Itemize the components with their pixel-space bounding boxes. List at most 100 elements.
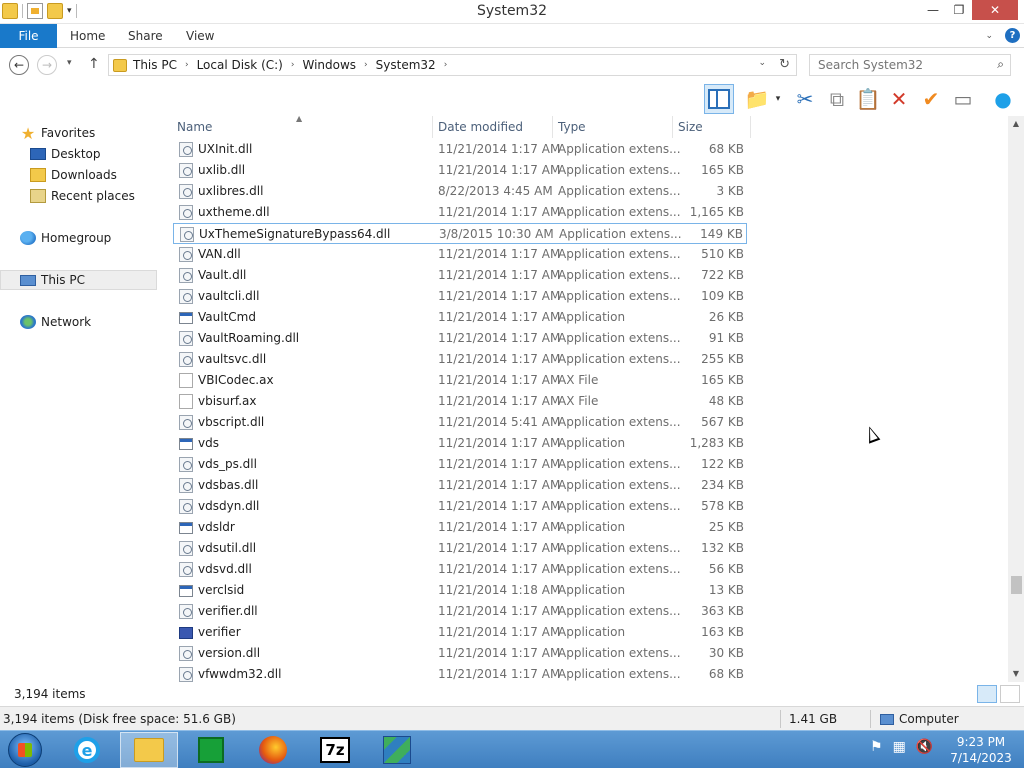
table-row[interactable]: VBICodec.ax 11/21/2014 1:17 AM AX File 165 … (173, 370, 747, 391)
help-icon[interactable]: ? (1005, 28, 1020, 43)
file-date: 11/21/2014 1:18 AM (438, 583, 561, 597)
flag-icon[interactable]: ⚑ (870, 739, 883, 755)
sidebar-item-downloads[interactable]: Downloads (30, 165, 117, 185)
tab-home[interactable]: Home (70, 24, 105, 48)
breadcrumb-this-pc[interactable]: This PC (133, 58, 177, 72)
table-row[interactable]: UXInit.dll 11/21/2014 1:17 AM Application … (173, 139, 747, 160)
close-button[interactable]: ✕ (972, 0, 1018, 20)
scroll-up-icon[interactable]: ▲ (1008, 116, 1024, 132)
taskbar-store[interactable] (182, 732, 240, 768)
table-row[interactable]: VaultCmd 11/21/2014 1:17 AM Application 26 … (173, 307, 747, 328)
column-header-date-modified[interactable]: Date modified (438, 116, 523, 138)
column-header-size[interactable]: Size (678, 116, 703, 138)
recent-locations-dropdown[interactable]: ▾ (67, 58, 72, 68)
file-type: Application extens... (558, 457, 681, 471)
table-row[interactable]: vdsbas.dll 11/21/2014 1:17 AM Application … (173, 475, 747, 496)
select-button[interactable]: ✔ (916, 84, 946, 114)
table-row[interactable]: uxtheme.dll 11/21/2014 1:17 AM Application… (173, 202, 747, 223)
volume-muted-icon[interactable]: 🔇 (916, 739, 933, 755)
restore-button[interactable]: ❐ (946, 0, 972, 20)
table-row[interactable]: vdsdyn.dll 11/21/2014 1:17 AM Application … (173, 496, 747, 517)
cut-button[interactable]: ✂ (790, 84, 820, 114)
column-divider[interactable] (672, 116, 673, 138)
clock[interactable]: 9:23 PM 7/14/2023 (944, 734, 1018, 766)
table-row[interactable]: vaultsvc.dll 11/21/2014 1:17 AM Applicatio… (173, 349, 747, 370)
scroll-down-icon[interactable]: ▼ (1008, 666, 1024, 682)
address-bar[interactable]: This PC › Local Disk (C:) › Windows › Sy… (108, 54, 797, 76)
globe-icon[interactable]: ● (988, 84, 1018, 114)
table-row[interactable]: verifier 11/21/2014 1:17 AM Application 163… (173, 622, 747, 643)
breadcrumb-chevron-icon[interactable]: › (444, 60, 448, 70)
file-date: 11/21/2014 1:17 AM (438, 289, 561, 303)
column-divider[interactable] (750, 116, 751, 138)
details-view-button[interactable] (977, 685, 997, 703)
table-row[interactable]: verifier.dll 11/21/2014 1:17 AM Applicatio… (173, 601, 747, 622)
taskbar-7zip[interactable]: 7z (306, 732, 364, 768)
table-row[interactable]: Vault.dll 11/21/2014 1:17 AM Application e… (173, 265, 747, 286)
rename-button[interactable]: ▭ (948, 84, 978, 114)
breadcrumb-windows[interactable]: Windows (302, 58, 356, 72)
breadcrumb-system32[interactable]: System32 (376, 58, 436, 72)
app-file-icon (179, 585, 193, 597)
table-row[interactable]: VaultRoaming.dll 11/21/2014 1:17 AM Applic… (173, 328, 747, 349)
sidebar-item-favorites[interactable]: ★ Favorites (20, 123, 95, 143)
taskbar-internet-explorer[interactable]: e (58, 732, 116, 768)
expand-ribbon-icon[interactable]: ⌄ (985, 31, 993, 41)
address-dropdown-icon[interactable]: ⌄ (758, 58, 766, 68)
start-button[interactable] (8, 733, 42, 767)
table-row[interactable]: VAN.dll 11/21/2014 1:17 AM Application ext… (173, 244, 747, 265)
chevron-down-icon[interactable]: ▾ (770, 84, 786, 114)
sidebar-item-desktop[interactable]: Desktop (30, 144, 101, 164)
taskbar-file-explorer[interactable] (120, 732, 178, 768)
sidebar-item-this-pc[interactable]: This PC (0, 270, 157, 290)
minimize-button[interactable]: — (920, 0, 946, 20)
table-row[interactable]: vbisurf.ax 11/21/2014 1:17 AM AX File 48 KB (173, 391, 747, 412)
breadcrumb-chevron-icon[interactable]: › (364, 60, 368, 70)
table-row[interactable]: version.dll 11/21/2014 1:17 AM Application… (173, 643, 747, 664)
tab-share[interactable]: Share (128, 24, 163, 48)
delete-button[interactable]: ✕ (884, 84, 914, 114)
large-icons-view-button[interactable] (1000, 685, 1020, 703)
table-row[interactable]: vdsldr 11/21/2014 1:17 AM Application 25 KB (173, 517, 747, 538)
up-button[interactable]: ↑ (88, 56, 100, 72)
column-divider[interactable] (432, 116, 433, 138)
search-icon[interactable]: ⌕ (997, 57, 1004, 72)
copy-button[interactable]: ⧉ (822, 84, 852, 114)
table-row[interactable]: verclsid 11/21/2014 1:18 AM Application 13 … (173, 580, 747, 601)
column-header-type[interactable]: Type (558, 116, 586, 138)
scroll-thumb[interactable] (1011, 576, 1022, 594)
table-row[interactable]: uxlibres.dll 8/22/2013 4:45 AM Application… (173, 181, 747, 202)
table-row[interactable]: vds_ps.dll 11/21/2014 1:17 AM Application … (173, 454, 747, 475)
file-date: 11/21/2014 1:17 AM (438, 520, 561, 534)
tab-file[interactable]: File (0, 24, 57, 48)
folder-options-button[interactable]: 📁 (742, 84, 772, 114)
back-button[interactable]: ← (9, 55, 29, 75)
refresh-icon[interactable]: ↻ (779, 57, 790, 72)
network-tray-icon[interactable]: ▦ (893, 739, 906, 755)
tab-view[interactable]: View (186, 24, 214, 48)
table-row[interactable]: vdsvd.dll 11/21/2014 1:17 AM Application e… (173, 559, 747, 580)
forward-button[interactable]: → (37, 55, 57, 75)
table-row[interactable]: vdsutil.dll 11/21/2014 1:17 AM Application… (173, 538, 747, 559)
column-header-name[interactable]: Name (177, 116, 212, 138)
table-row[interactable]: UxThemeSignatureBypass64.dll 3/8/2015 10:… (173, 223, 747, 244)
breadcrumb-chevron-icon[interactable]: › (291, 60, 295, 70)
column-divider[interactable] (552, 116, 553, 138)
search-input[interactable] (818, 58, 988, 72)
breadcrumb-chevron-icon[interactable]: › (185, 60, 189, 70)
table-row[interactable]: vaultcli.dll 11/21/2014 1:17 AM Applicatio… (173, 286, 747, 307)
table-row[interactable]: vds 11/21/2014 1:17 AM Application 1,283 KB (173, 433, 747, 454)
status-location: Computer (880, 712, 959, 726)
table-row[interactable]: vbscript.dll 11/21/2014 5:41 AM Applicatio… (173, 412, 747, 433)
search-box[interactable]: ⌕ (809, 54, 1011, 76)
sidebar-item-homegroup[interactable]: Homegroup (20, 228, 111, 248)
paste-button[interactable]: 📋 (853, 84, 883, 114)
details-pane-button[interactable] (704, 84, 734, 114)
sidebar-item-recent-places[interactable]: Recent places (30, 186, 135, 206)
vertical-scrollbar[interactable]: ▲ ▼ (1008, 116, 1024, 682)
sidebar-item-network[interactable]: Network (20, 312, 91, 332)
taskbar-firefox[interactable] (244, 732, 302, 768)
taskbar-app[interactable] (368, 732, 426, 768)
table-row[interactable]: uxlib.dll 11/21/2014 1:17 AM Application e… (173, 160, 747, 181)
breadcrumb-local-disk[interactable]: Local Disk (C:) (197, 58, 283, 72)
